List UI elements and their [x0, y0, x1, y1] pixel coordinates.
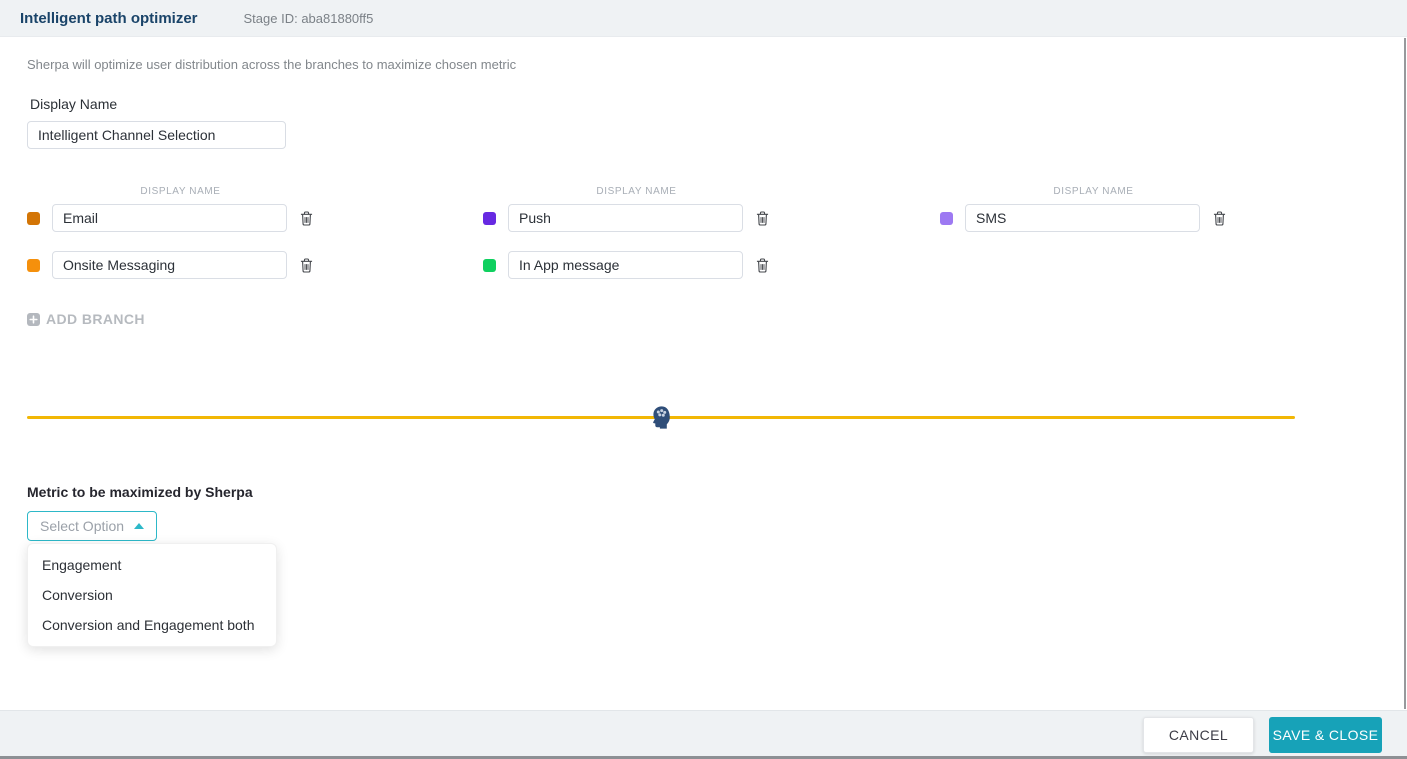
- metric-select-placeholder: Select Option: [40, 518, 125, 534]
- plus-icon: [27, 312, 40, 326]
- optimizer-divider: [27, 406, 1295, 429]
- trash-icon: [300, 257, 313, 273]
- branch-row: [483, 251, 940, 279]
- cancel-button[interactable]: CANCEL: [1143, 717, 1254, 753]
- trash-icon: [1213, 210, 1226, 226]
- save-and-close-button[interactable]: SAVE & CLOSE: [1269, 717, 1382, 753]
- delete-branch-button[interactable]: [298, 256, 315, 275]
- display-name-input[interactable]: [27, 121, 286, 149]
- vertical-scrollbar[interactable]: [1404, 38, 1406, 709]
- branch-name-input[interactable]: [965, 204, 1200, 232]
- trash-icon: [300, 210, 313, 226]
- branch-name-input[interactable]: [508, 204, 743, 232]
- dropdown-option-engagement[interactable]: Engagement: [28, 550, 276, 580]
- branch-row-empty: [940, 251, 1407, 279]
- branch-column-headers: DISPLAY NAME DISPLAY NAME DISPLAY NAME: [27, 186, 1407, 197]
- trash-icon: [756, 210, 769, 226]
- branch-name-input[interactable]: [52, 204, 287, 232]
- column-header-display-name: DISPLAY NAME: [596, 186, 677, 197]
- delete-branch-button[interactable]: [754, 256, 771, 275]
- branch-name-input[interactable]: [52, 251, 287, 279]
- branch-name-input[interactable]: [508, 251, 743, 279]
- dialog-footer: CANCEL SAVE & CLOSE: [0, 710, 1407, 759]
- dialog-header: Intelligent path optimizer Stage ID: aba…: [0, 0, 1407, 37]
- branch-color-swatch: [483, 258, 496, 272]
- caret-up-icon: [134, 523, 144, 529]
- brain-head-icon: [652, 406, 671, 429]
- metric-dropdown-menu: Engagement Conversion Conversion and Eng…: [27, 543, 277, 647]
- metric-label: Metric to be maximized by Sherpa: [27, 484, 253, 500]
- delete-branch-button[interactable]: [754, 209, 771, 228]
- branch-row: [940, 204, 1407, 232]
- delete-branch-button[interactable]: [1211, 209, 1228, 228]
- column-header-display-name: DISPLAY NAME: [140, 186, 221, 197]
- dropdown-option-conversion-and-engagement[interactable]: Conversion and Engagement both: [28, 610, 276, 640]
- branch-row: [483, 204, 940, 232]
- branch-grid: [27, 204, 1407, 279]
- add-branch-label: ADD BRANCH: [46, 311, 145, 327]
- add-branch-button[interactable]: ADD BRANCH: [27, 311, 145, 327]
- dropdown-option-conversion[interactable]: Conversion: [28, 580, 276, 610]
- branch-color-swatch: [940, 211, 953, 225]
- optimizer-description: Sherpa will optimize user distribution a…: [27, 57, 517, 72]
- delete-branch-button[interactable]: [298, 209, 315, 228]
- display-name-label: Display Name: [30, 96, 118, 112]
- stage-id-label: Stage ID: aba81880ff5: [243, 10, 374, 26]
- branch-color-swatch: [483, 211, 496, 225]
- metric-select-dropdown[interactable]: Select Option: [27, 511, 157, 541]
- branch-row: [27, 204, 483, 232]
- branch-color-swatch: [27, 258, 40, 272]
- page-title: Intelligent path optimizer: [20, 9, 198, 27]
- branch-color-swatch: [27, 211, 40, 225]
- trash-icon: [756, 257, 769, 273]
- branch-row: [27, 251, 483, 279]
- column-header-display-name: DISPLAY NAME: [1053, 186, 1134, 197]
